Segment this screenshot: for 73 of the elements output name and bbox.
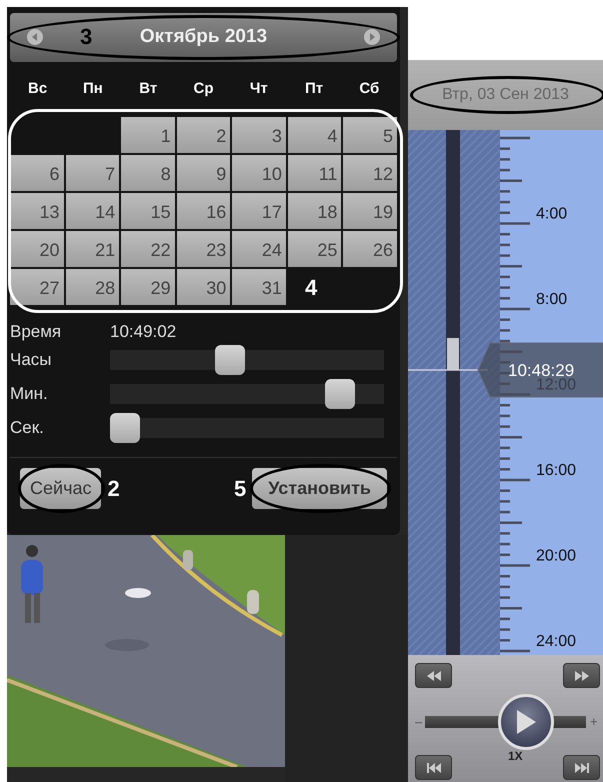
day-cell[interactable]: 16 [176, 193, 230, 229]
weekday-label: Чт [248, 79, 269, 99]
day-cell[interactable]: 8 [121, 155, 175, 191]
day-cell[interactable]: 4 [288, 117, 342, 153]
hour-label: 16:00 [536, 462, 576, 479]
day-cell[interactable]: 7 [66, 155, 120, 191]
minus-label: – [415, 712, 424, 731]
slider-label: Сек. [10, 417, 45, 440]
position-marker[interactable] [447, 338, 459, 370]
day-cell[interactable]: 9 [176, 155, 230, 191]
month-title: Октябрь 2013 [140, 25, 268, 50]
fast-forward-icon [574, 670, 590, 682]
slider-label: Мин. [10, 383, 49, 406]
hour-label: 8:00 [536, 291, 568, 308]
hour-label: 20:00 [536, 548, 576, 564]
cursor-time: 10:48:29 [508, 361, 574, 380]
fast-forward-button[interactable] [563, 663, 600, 688]
day-cell[interactable]: 31 [232, 269, 286, 305]
skip-back-icon [426, 762, 442, 774]
callout-number: 5 [234, 475, 246, 503]
slider-label: Часы [10, 349, 53, 372]
hour-label: 24:00 [536, 633, 576, 650]
day-cell[interactable]: 30 [176, 269, 230, 305]
plus-label: + [590, 712, 599, 731]
speed-label: 1X [508, 750, 523, 762]
weekday-label: Сб [358, 79, 380, 99]
skip-forward-button[interactable] [563, 755, 600, 780]
hour-label: 4:00 [536, 206, 568, 222]
time-value: 10:49:02 [110, 321, 176, 343]
day-cell[interactable]: 23 [176, 231, 230, 267]
day-cell[interactable]: 5 [343, 117, 397, 153]
play-icon [515, 708, 538, 734]
callout-number: 3 [80, 26, 92, 48]
weekday-label: Пн [82, 79, 104, 99]
day-cell[interactable]: 28 [66, 269, 120, 305]
day-cell[interactable]: 21 [66, 231, 120, 267]
date-label: Втр, 03 Сен 2013 [442, 85, 569, 105]
day-cell[interactable]: 6 [10, 155, 64, 191]
rewind-icon [426, 670, 442, 682]
day-cell[interactable]: 17 [232, 193, 286, 229]
day-cell[interactable]: 12 [343, 155, 397, 191]
day-cell[interactable]: 14 [66, 193, 120, 229]
day-cell[interactable]: 24 [232, 231, 286, 267]
slider-thumb[interactable] [214, 345, 245, 375]
day-cell[interactable]: 22 [121, 231, 175, 267]
day-cell[interactable]: 2 [176, 117, 230, 153]
next-icon[interactable] [363, 28, 381, 46]
rewind-button[interactable] [415, 663, 452, 688]
day-cell[interactable]: 1 [121, 117, 175, 153]
day-cell[interactable]: 3 [232, 117, 286, 153]
day-cell[interactable]: 27 [10, 269, 64, 305]
day-cell[interactable]: 20 [10, 231, 64, 267]
day-cell[interactable]: 10 [232, 155, 286, 191]
weekday-label: Вт [138, 79, 158, 99]
skip-back-button[interactable] [415, 755, 452, 780]
slider-thumb[interactable] [110, 413, 140, 443]
day-cell[interactable]: 13 [10, 193, 64, 229]
slider-thumb[interactable] [324, 379, 355, 409]
day-cell[interactable]: 15 [121, 193, 175, 229]
day-cell[interactable]: 18 [288, 193, 342, 229]
day-cell[interactable]: 25 [288, 231, 342, 267]
weekday-label: Ср [192, 79, 214, 99]
day-cell[interactable]: 11 [288, 155, 342, 191]
callout-number: 4 [305, 277, 318, 299]
day-cell[interactable]: 26 [343, 231, 397, 267]
previous-icon[interactable] [26, 28, 44, 46]
weekday-label: Вс [27, 79, 48, 99]
skip-forward-icon [574, 762, 590, 774]
weekday-label: Пт [304, 79, 324, 99]
callout-number: 2 [107, 475, 120, 503]
day-cell[interactable]: 19 [343, 193, 397, 229]
time-label: Время [10, 321, 62, 343]
day-cell[interactable]: 29 [121, 269, 175, 305]
